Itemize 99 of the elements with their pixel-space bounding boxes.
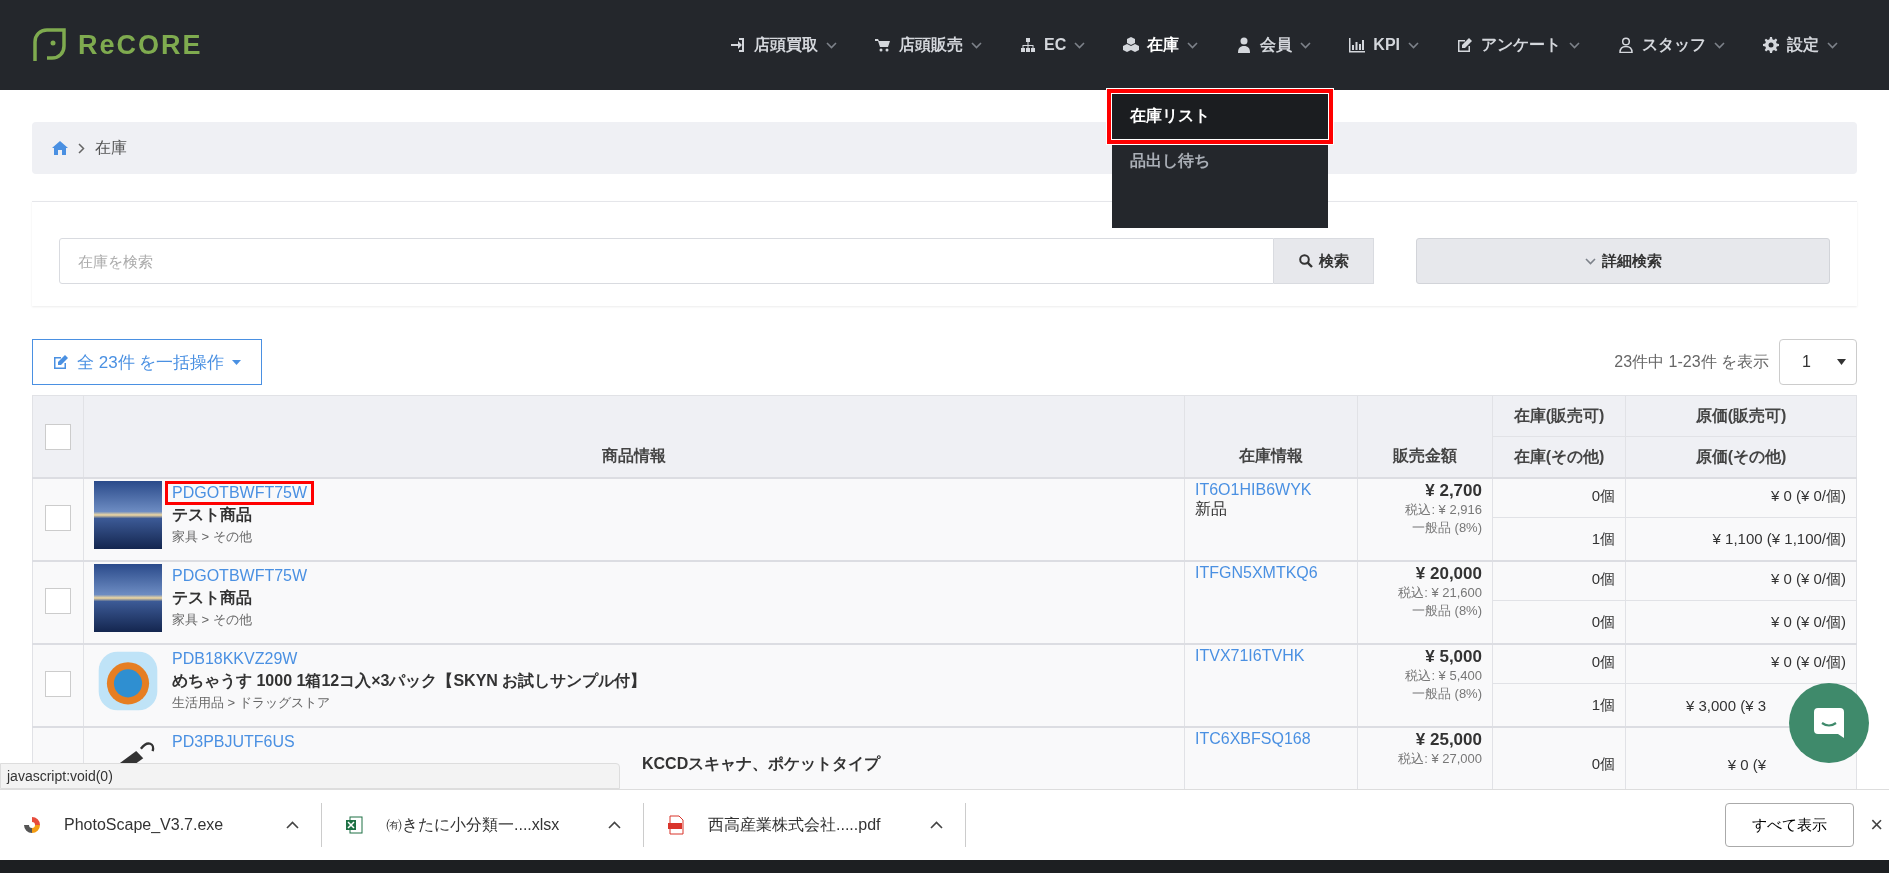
gear-icon <box>1763 37 1779 53</box>
chevron-down-icon <box>971 41 983 49</box>
sale-price: ¥ 20,000 <box>1414 564 1482 584</box>
search-icon <box>1298 254 1313 268</box>
chevron-up-icon[interactable] <box>286 821 299 829</box>
cubes-icon <box>1123 37 1140 53</box>
nav-menu[interactable]: 設定 <box>1744 0 1857 90</box>
chevron-up-icon[interactable] <box>608 821 621 829</box>
chevron-down-icon <box>1300 41 1312 49</box>
dropdown-item[interactable]: 品出し待ち <box>1112 139 1329 184</box>
nav-menu[interactable]: KPI <box>1330 0 1438 90</box>
search-field[interactable]: 在庫を検索 <box>59 238 1274 284</box>
product-name: テスト商品 <box>172 505 252 525</box>
sale-price: ¥ 2,700 <box>1424 481 1482 501</box>
home-icon[interactable] <box>52 141 68 155</box>
close-button[interactable]: × <box>1870 812 1883 838</box>
product-name: テスト商品 <box>172 588 252 608</box>
caret-icon <box>232 359 242 365</box>
logo-text: ReCORE <box>78 29 203 61</box>
cost-value: ¥ 0 (¥ 0/個) <box>1625 644 1857 684</box>
nav-menu[interactable]: 店頭販売 <box>856 0 1002 90</box>
user-icon <box>1618 37 1634 53</box>
status-url-tooltip: javascript:void(0) <box>0 763 620 789</box>
stock-quantity: 0個 <box>1492 478 1626 518</box>
bar-chart-icon <box>1349 37 1366 53</box>
column-header: 在庫情報 <box>1184 395 1358 478</box>
tax-included-price: 税込: ¥ 21,600 <box>1397 584 1482 602</box>
chevron-down-icon <box>826 41 838 49</box>
tax-included-price: 税込: ¥ 2,916 <box>1404 501 1482 519</box>
page-select[interactable]: 1 <box>1779 339 1857 385</box>
column-header: 商品情報 <box>83 395 1185 478</box>
stock-quantity: 0個 <box>1492 561 1626 601</box>
show-all-button[interactable]: すべて表示 <box>1725 803 1855 847</box>
chevron-down-icon <box>1569 41 1580 49</box>
app-icon <box>22 815 42 835</box>
chevron-down-icon <box>1714 41 1725 49</box>
search-button[interactable]: 検索 <box>1274 238 1374 284</box>
chat-icon <box>1812 706 1846 740</box>
stock-quantity: 0個 <box>1492 727 1626 789</box>
download-item[interactable]: PhotoScape_V3.7.exe <box>0 803 322 847</box>
checkbox[interactable] <box>45 670 71 697</box>
nav-menu[interactable]: EC <box>1001 0 1105 90</box>
nav-menu[interactable]: 会員 <box>1217 0 1331 90</box>
chevron-down-icon <box>1584 257 1596 265</box>
advanced-search-button[interactable]: 詳細検索 <box>1416 238 1830 284</box>
chevron-down-icon <box>1827 41 1838 49</box>
nav-menu[interactable]: アンケート <box>1438 0 1599 90</box>
sale-price: ¥ 5,000 <box>1424 647 1482 667</box>
column-header: 原価(その他) <box>1625 436 1857 478</box>
product-name: KCCDスキャナ、ポケットタイプ <box>642 754 881 774</box>
download-item[interactable]: ㈲きたに小分類一....xlsx <box>322 803 644 847</box>
tax-class: 一般品 (8%) <box>1410 685 1482 703</box>
column-header: 在庫(販売可) <box>1492 395 1626 437</box>
download-item[interactable]: 西高産業株式会社.....pdf <box>644 803 966 847</box>
stock-quantity: 1個 <box>1492 517 1626 561</box>
photo-placeholder <box>94 481 162 549</box>
sale-price: ¥ 25,000 <box>1414 730 1482 750</box>
tax-included-price: 税込: ¥ 27,000 <box>1397 750 1482 768</box>
cost-value: ¥ 0 (¥ 0/個) <box>1625 600 1857 644</box>
cost-value: ¥ 0 (¥ 0/個) <box>1625 478 1857 518</box>
stock-quantity: 0個 <box>1492 600 1626 644</box>
stock-quantity: 1個 <box>1492 683 1626 727</box>
column-header: 在庫(その他) <box>1492 436 1626 478</box>
edit-icon <box>1457 37 1473 53</box>
product-category: 生活用品 > ドラッグストア <box>172 694 330 712</box>
breadcrumb-current: 在庫 <box>95 137 127 158</box>
column-header: 販売金額 <box>1357 395 1493 478</box>
checkbox[interactable] <box>45 423 71 450</box>
column-header: 原価(販売可) <box>1625 395 1857 437</box>
user-icon <box>1236 37 1253 53</box>
tax-class: 一般品 (8%) <box>1410 519 1482 537</box>
chevron-down-icon <box>1187 41 1199 49</box>
photo-placeholder <box>94 564 162 632</box>
pdf-file-icon <box>666 815 686 835</box>
sitemap-icon <box>1020 37 1037 53</box>
cost-value: ¥ 1,100 (¥ 1,100/個) <box>1625 517 1857 561</box>
sign-in-icon <box>730 37 747 53</box>
caret-icon <box>1837 359 1846 365</box>
leaf-logo-icon <box>32 28 66 62</box>
edit-icon <box>53 354 69 370</box>
chevron-down-icon <box>1074 41 1086 49</box>
cost-value: ¥ 0 (¥ 0/個) <box>1625 561 1857 601</box>
result-summary: 23件中 1-23件 を表示 <box>1614 351 1769 372</box>
spreadsheet-file-icon <box>344 815 364 835</box>
cart-icon <box>875 37 892 53</box>
checkbox[interactable] <box>45 504 71 531</box>
product-category: 家具 > その他 <box>172 528 252 546</box>
nav-menu[interactable]: 店頭買取 <box>711 0 857 90</box>
tax-class: 一般品 (8%) <box>1410 602 1482 620</box>
product-name: めちゃうす 1000 1箱12コ入×3パック【SKYN お試しサンプル付】 <box>172 671 647 692</box>
tax-included-price: 税込: ¥ 5,400 <box>1404 667 1482 685</box>
stock-quantity: 0個 <box>1492 644 1626 684</box>
chevron-right-icon <box>78 142 85 154</box>
nav-menu[interactable]: スタッフ <box>1599 0 1744 90</box>
chevron-down-icon <box>1408 41 1419 49</box>
condition-text: 新品 <box>1195 499 1228 519</box>
product-category: 家具 > その他 <box>172 611 252 629</box>
checkbox[interactable] <box>45 587 71 614</box>
chevron-up-icon[interactable] <box>930 821 943 829</box>
